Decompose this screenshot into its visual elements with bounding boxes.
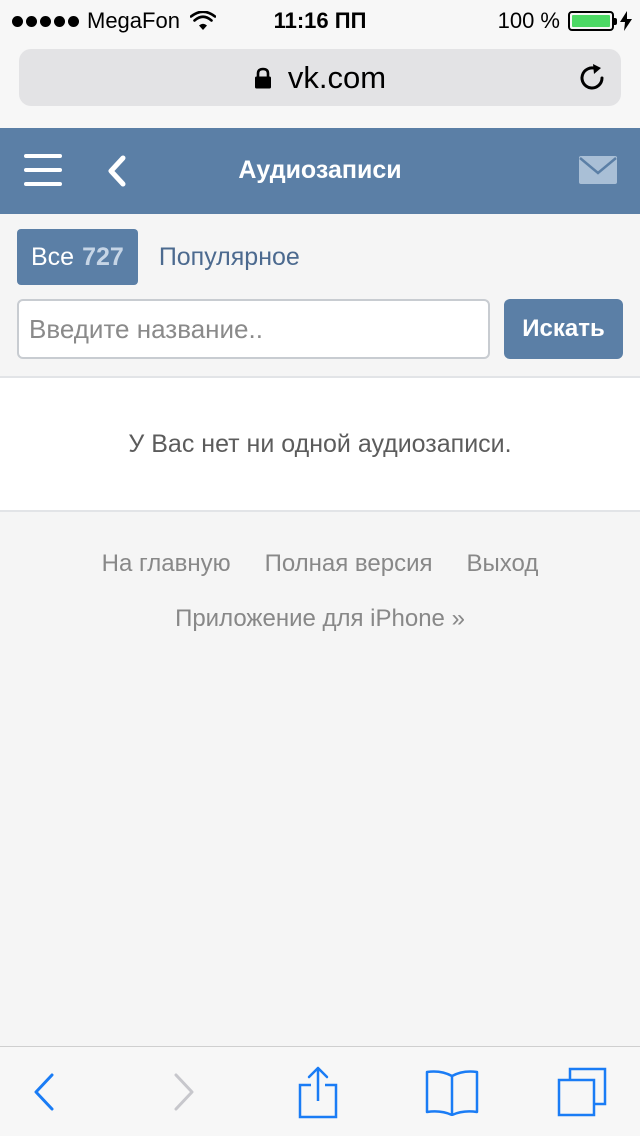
page-title: Аудиозаписи xyxy=(238,156,402,184)
footer-link-logout[interactable]: Выход xyxy=(467,550,539,578)
footer-link-iphone-app[interactable]: Приложение для iPhone » xyxy=(0,605,640,633)
status-bar: MegaFon 11:16 ПП 100 % xyxy=(0,0,640,40)
reload-icon[interactable] xyxy=(577,63,607,93)
bookmarks-icon xyxy=(425,1070,479,1116)
footer-link-home[interactable]: На главную xyxy=(102,550,231,578)
tabs-icon xyxy=(557,1067,607,1117)
audio-tabs: Все 727 Популярное xyxy=(17,229,300,285)
footer-links: На главную Полная версия Выход xyxy=(0,550,640,578)
battery-level-fill xyxy=(572,15,610,27)
search-input[interactable] xyxy=(17,299,490,359)
share-icon xyxy=(298,1066,338,1119)
browser-address-area: vk.com xyxy=(0,40,640,128)
address-text: vk.com xyxy=(287,59,387,95)
vk-header: Аудиозаписи xyxy=(0,128,640,214)
empty-message: У Вас нет ни одной аудиозаписи. xyxy=(128,430,512,458)
footer-link-full-version[interactable]: Полная версия xyxy=(265,550,433,578)
tab-popular[interactable]: Популярное xyxy=(159,243,300,272)
forward-icon xyxy=(174,1073,194,1111)
tabs-button[interactable] xyxy=(552,1047,612,1136)
address-bar[interactable]: vk.com xyxy=(19,49,621,106)
mail-icon[interactable] xyxy=(579,156,617,184)
charging-bolt-icon xyxy=(620,11,632,31)
bookmarks-button[interactable] xyxy=(420,1047,484,1136)
back-icon xyxy=(34,1073,54,1111)
forward-button[interactable] xyxy=(154,1047,214,1136)
lock-icon xyxy=(254,67,271,88)
tab-all[interactable]: Все 727 xyxy=(17,229,138,285)
status-right: 100 % xyxy=(498,8,632,34)
empty-state: У Вас нет ни одной аудиозаписи. xyxy=(0,376,640,512)
tab-all-label: Все xyxy=(31,242,75,271)
share-button[interactable] xyxy=(288,1047,348,1136)
back-button[interactable] xyxy=(14,1047,74,1136)
search-button[interactable]: Искать xyxy=(504,299,623,359)
battery-icon xyxy=(568,11,617,31)
battery-percent: 100 % xyxy=(497,8,560,33)
safari-toolbar xyxy=(0,1046,640,1136)
tab-all-count: 727 xyxy=(82,242,124,271)
address-center: vk.com xyxy=(19,49,621,106)
